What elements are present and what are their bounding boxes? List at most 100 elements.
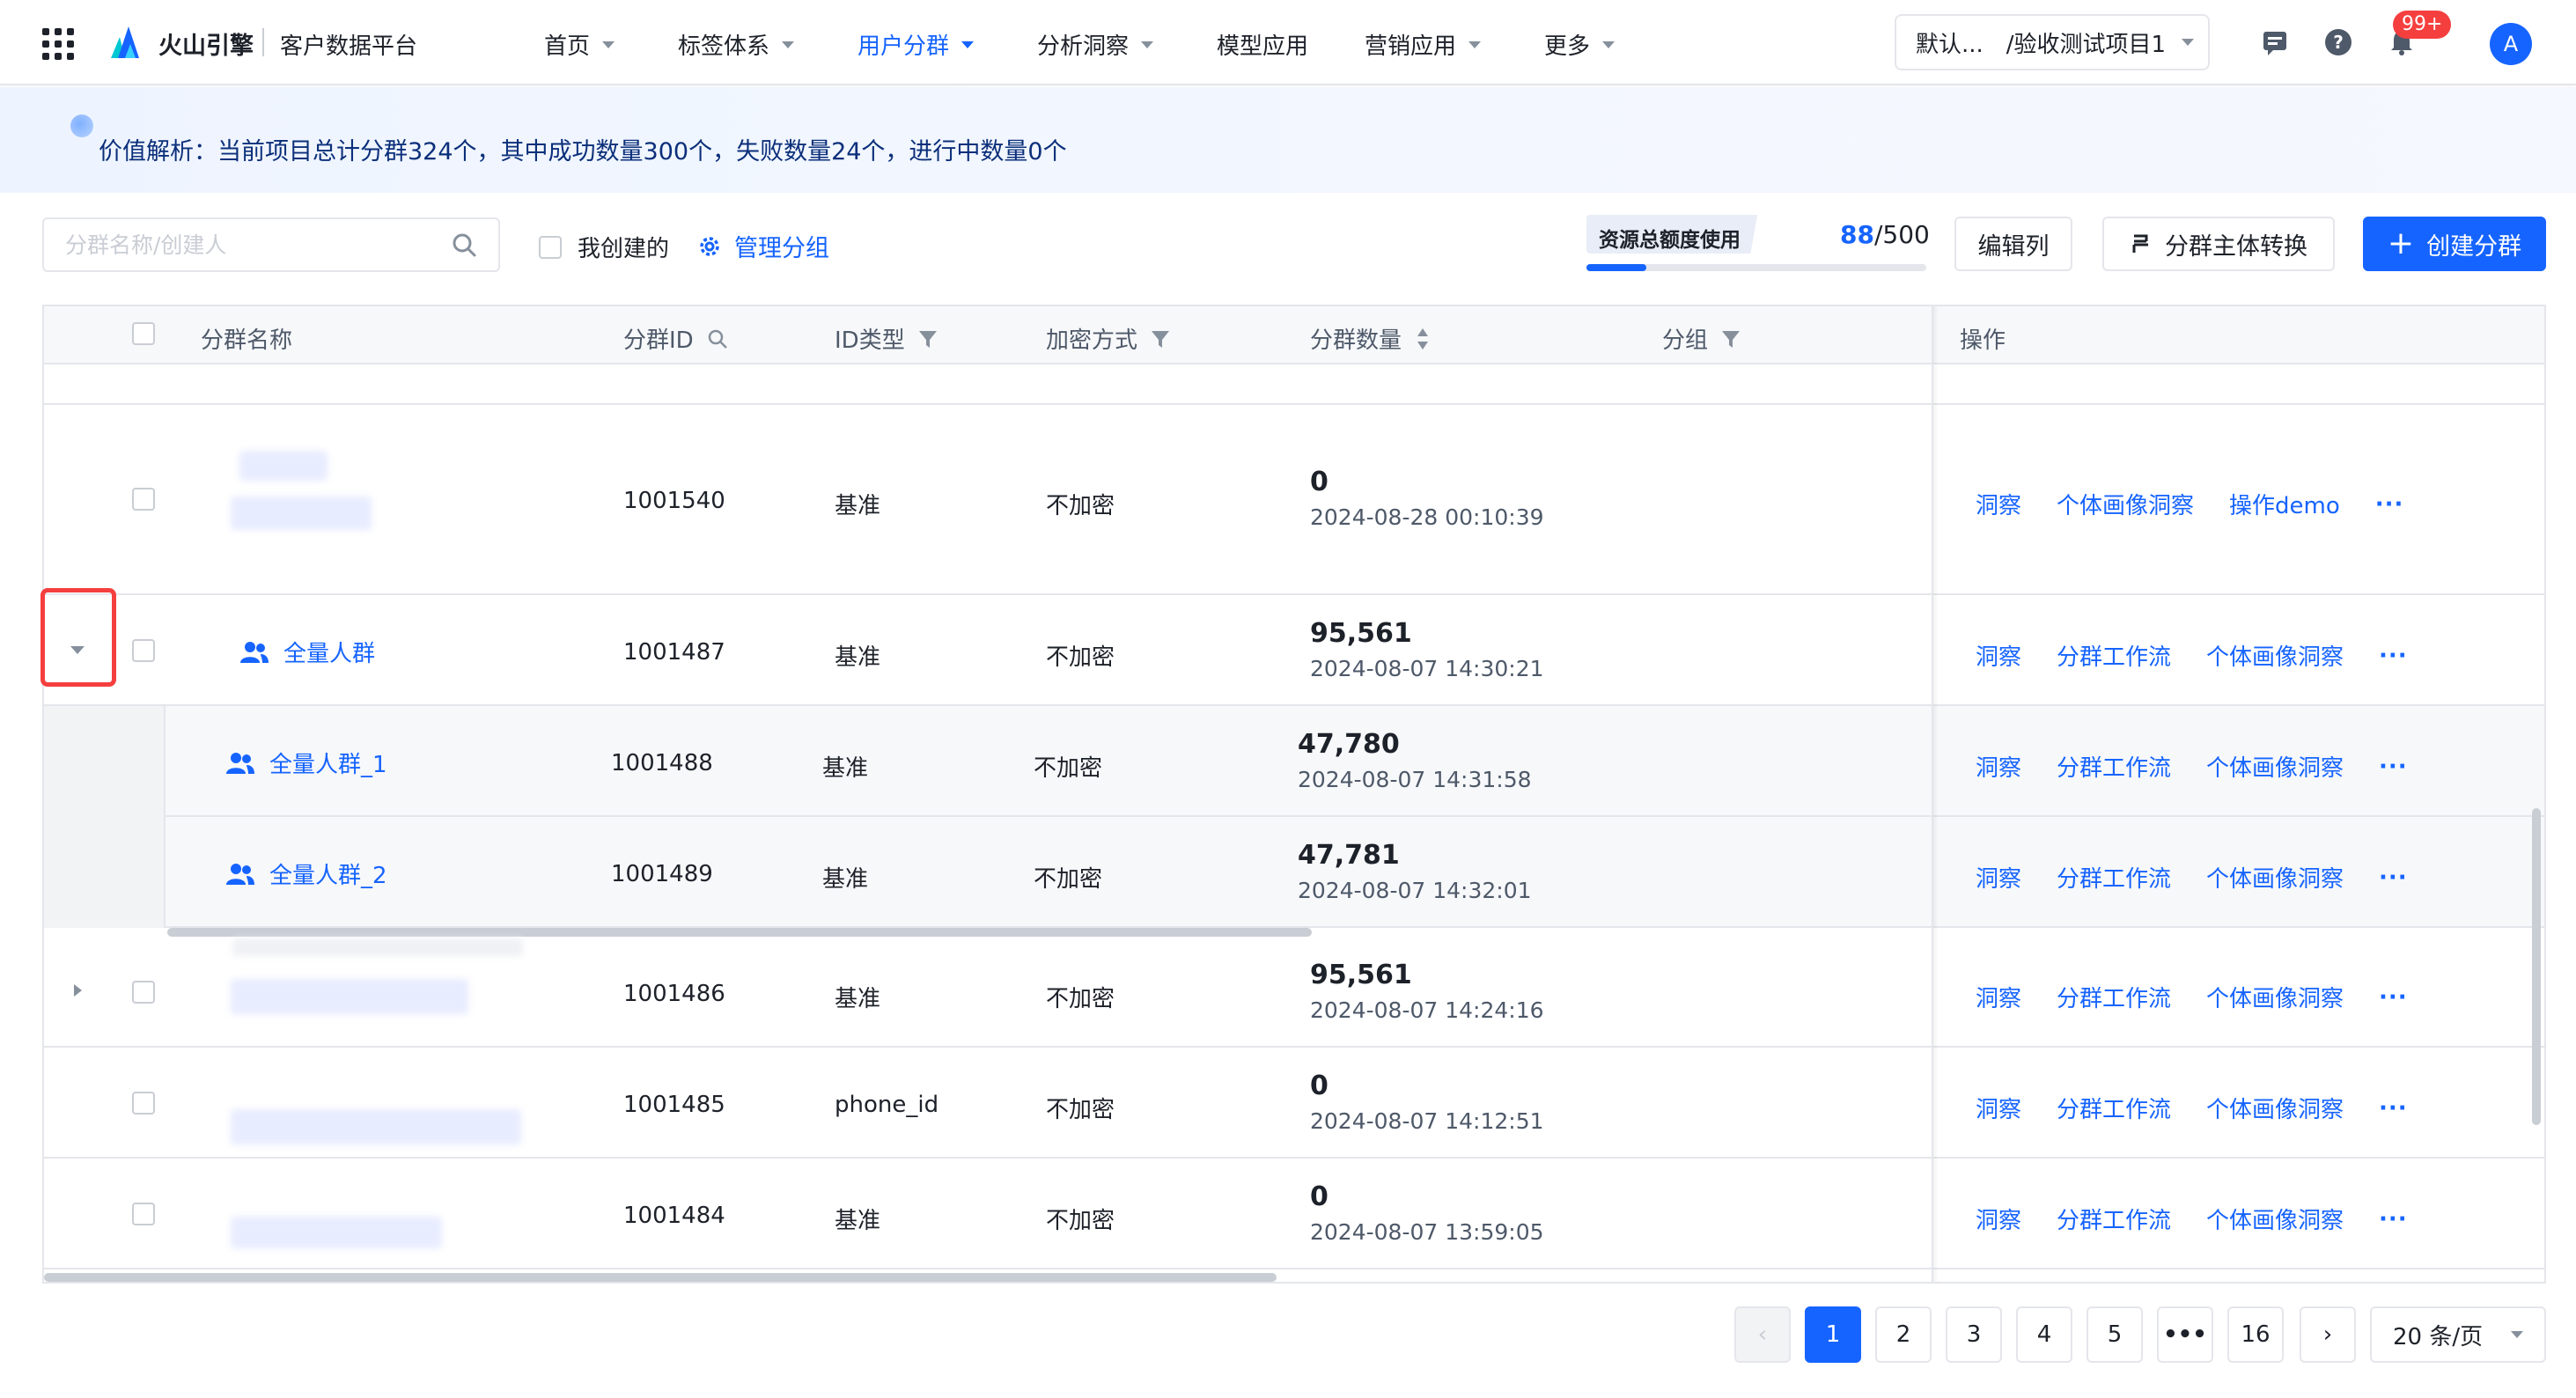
next-page-button[interactable]: › <box>2300 1306 2356 1363</box>
profile-insight-link[interactable]: 个体画像洞察 <box>2206 861 2344 894</box>
profile-insight-link[interactable]: 个体画像洞察 <box>2206 981 2344 1013</box>
sort-icon[interactable] <box>1414 327 1432 351</box>
create-segment-button[interactable]: + 创建分群 <box>2363 217 2546 271</box>
table-horizontal-scrollbar[interactable] <box>44 1273 1277 1282</box>
vertical-scrollbar[interactable] <box>2532 808 2541 1125</box>
segment-count: 95,561 <box>1310 960 1412 990</box>
insight-link[interactable]: 洞察 <box>1976 488 2021 520</box>
fixed-column-divider <box>1932 306 1939 1282</box>
more-actions-icon[interactable]: ··· <box>2375 491 2404 518</box>
segment-count: 47,780 <box>1298 729 1400 760</box>
page-button[interactable]: 5 <box>2087 1306 2143 1363</box>
row-checkbox[interactable] <box>132 1092 155 1115</box>
insight-link[interactable]: 洞察 <box>1976 981 2021 1013</box>
segment-name-link[interactable]: 全量人群_1 <box>225 747 387 779</box>
apps-grid-icon[interactable] <box>42 28 74 60</box>
page-button[interactable]: 1 <box>1805 1306 1861 1363</box>
filter-icon[interactable] <box>917 328 938 350</box>
nav-marketing[interactable]: 营销应用 <box>1365 28 1482 61</box>
table-row[interactable]: 1001486 基准 不加密 95,561 2024-08-07 14:24:1… <box>44 937 2544 1048</box>
profile-insight-link[interactable]: 个体画像洞察 <box>2206 639 2344 672</box>
workflow-link[interactable]: 分群工作流 <box>2057 1092 2171 1124</box>
segment-name-link[interactable]: 全量人群_2 <box>225 857 387 890</box>
more-actions-icon[interactable]: ··· <box>2379 643 2408 669</box>
brand-divider <box>262 28 264 56</box>
row-checkbox[interactable] <box>132 981 155 1004</box>
user-avatar[interactable]: A <box>2490 23 2532 65</box>
page-size-select[interactable]: 20 条/页 <box>2370 1306 2546 1363</box>
edit-columns-button[interactable]: 编辑列 <box>1954 217 2072 271</box>
segment-id: 1001489 <box>611 861 713 887</box>
insight-link[interactable]: 洞察 <box>1976 639 2021 672</box>
more-actions-icon[interactable]: ··· <box>2379 1206 2408 1232</box>
operation-demo-link[interactable]: 操作demo <box>2229 488 2340 520</box>
search-input[interactable] <box>65 232 435 258</box>
nav-tag-system[interactable]: 标签体系 <box>678 28 795 61</box>
created-by-me-checkbox[interactable] <box>539 235 562 259</box>
table-row[interactable]: 全量人群 1001487 基准 不加密 95,561 2024-08-07 14… <box>44 595 2544 706</box>
project-selector[interactable]: 默认... /验收测试项目1 <box>1895 14 2210 70</box>
insight-link[interactable]: 洞察 <box>1976 861 2021 894</box>
table-row[interactable]: 1001485 phone_id 不加密 0 2024-08-07 14:12:… <box>44 1048 2544 1159</box>
edit-columns-label: 编辑列 <box>1977 232 2050 261</box>
insight-link[interactable]: 洞察 <box>1976 1203 2021 1235</box>
chevron-down-icon <box>1602 40 1616 48</box>
page-button[interactable]: 3 <box>1946 1306 2002 1363</box>
more-actions-icon[interactable]: ··· <box>2379 984 2408 1011</box>
table-row-child[interactable]: 全量人群_2 1001489 基准 不加密 47,781 2024-08-07 … <box>44 817 2544 928</box>
manage-groups-link[interactable]: 管理分组 <box>697 229 829 263</box>
nav-model-apps[interactable]: 模型应用 <box>1217 28 1308 61</box>
more-actions-icon[interactable]: ··· <box>2379 865 2408 891</box>
message-icon[interactable] <box>2259 26 2291 58</box>
nested-horizontal-scrollbar[interactable] <box>167 928 1312 937</box>
profile-insight-link[interactable]: 个体画像洞察 <box>2206 750 2344 783</box>
filter-icon[interactable] <box>1150 328 1171 350</box>
row-checkbox[interactable] <box>132 488 155 511</box>
chevron-down-icon <box>1141 40 1154 48</box>
workflow-link[interactable]: 分群工作流 <box>2057 861 2171 894</box>
search-icon[interactable] <box>706 327 729 350</box>
insight-link[interactable]: 洞察 <box>1976 750 2021 783</box>
page-button[interactable]: 16 <box>2227 1306 2284 1363</box>
child-indent <box>44 706 166 817</box>
profile-insight-link[interactable]: 个体画像洞察 <box>2206 1092 2344 1124</box>
workflow-link[interactable]: 分群工作流 <box>2057 639 2171 672</box>
created-by-me-label: 我创建的 <box>578 236 670 262</box>
chevron-right-icon: › <box>2322 1321 2333 1348</box>
chevron-down-icon <box>961 40 975 48</box>
profile-insight-link[interactable]: 个体画像洞察 <box>2206 1203 2344 1235</box>
segment-id-type: 基准 <box>835 986 881 1012</box>
more-actions-icon[interactable]: ··· <box>2379 1095 2408 1122</box>
insight-link[interactable]: 洞察 <box>1976 1092 2021 1124</box>
filter-icon[interactable] <box>1720 328 1741 350</box>
nav-home[interactable]: 首页 <box>544 28 615 61</box>
blurred-segment-name <box>231 1217 442 1248</box>
page-button[interactable]: 4 <box>2016 1306 2072 1363</box>
nav-analysis[interactable]: 分析洞察 <box>1037 28 1154 61</box>
nav-more[interactable]: 更多 <box>1544 28 1616 61</box>
created-by-me-filter[interactable]: 我创建的 <box>539 231 669 263</box>
profile-insight-link[interactable]: 个体画像洞察 <box>2057 488 2194 520</box>
segment-name-link[interactable]: 全量人群 <box>239 636 375 668</box>
more-actions-icon[interactable]: ··· <box>2379 754 2408 780</box>
table-row[interactable]: 1001484 基准 不加密 0 2024-08-07 13:59:05 洞察 … <box>44 1159 2544 1269</box>
nav-home-label: 首页 <box>544 33 591 60</box>
workflow-link[interactable]: 分群工作流 <box>2057 750 2171 783</box>
row-checkbox[interactable] <box>132 1203 155 1225</box>
page-button[interactable]: 2 <box>1875 1306 1932 1363</box>
table-row-child[interactable]: 全量人群_1 1001488 基准 不加密 47,780 2024-08-07 … <box>44 706 2544 817</box>
users-icon <box>240 641 269 663</box>
help-icon[interactable]: ? <box>2322 26 2354 58</box>
workflow-link[interactable]: 分群工作流 <box>2057 1203 2171 1235</box>
row-actions: 洞察 分群工作流 个体画像洞察 ··· <box>1976 981 2443 1013</box>
workflow-link[interactable]: 分群工作流 <box>2057 981 2171 1013</box>
table-row[interactable]: 1001540 基准 不加密 0 2024-08-28 00:10:39 洞察 … <box>44 405 2544 595</box>
row-checkbox[interactable] <box>132 639 155 662</box>
page-ellipsis[interactable]: ••• <box>2157 1306 2213 1363</box>
select-all-checkbox[interactable] <box>132 322 155 345</box>
nav-user-segments[interactable]: 用户分群 <box>857 28 975 61</box>
expand-row-icon[interactable] <box>74 984 82 997</box>
search-icon[interactable] <box>451 232 477 258</box>
prev-page-button[interactable]: ‹ <box>1734 1306 1791 1363</box>
switch-entity-button[interactable]: 分群主体转换 <box>2102 217 2335 271</box>
